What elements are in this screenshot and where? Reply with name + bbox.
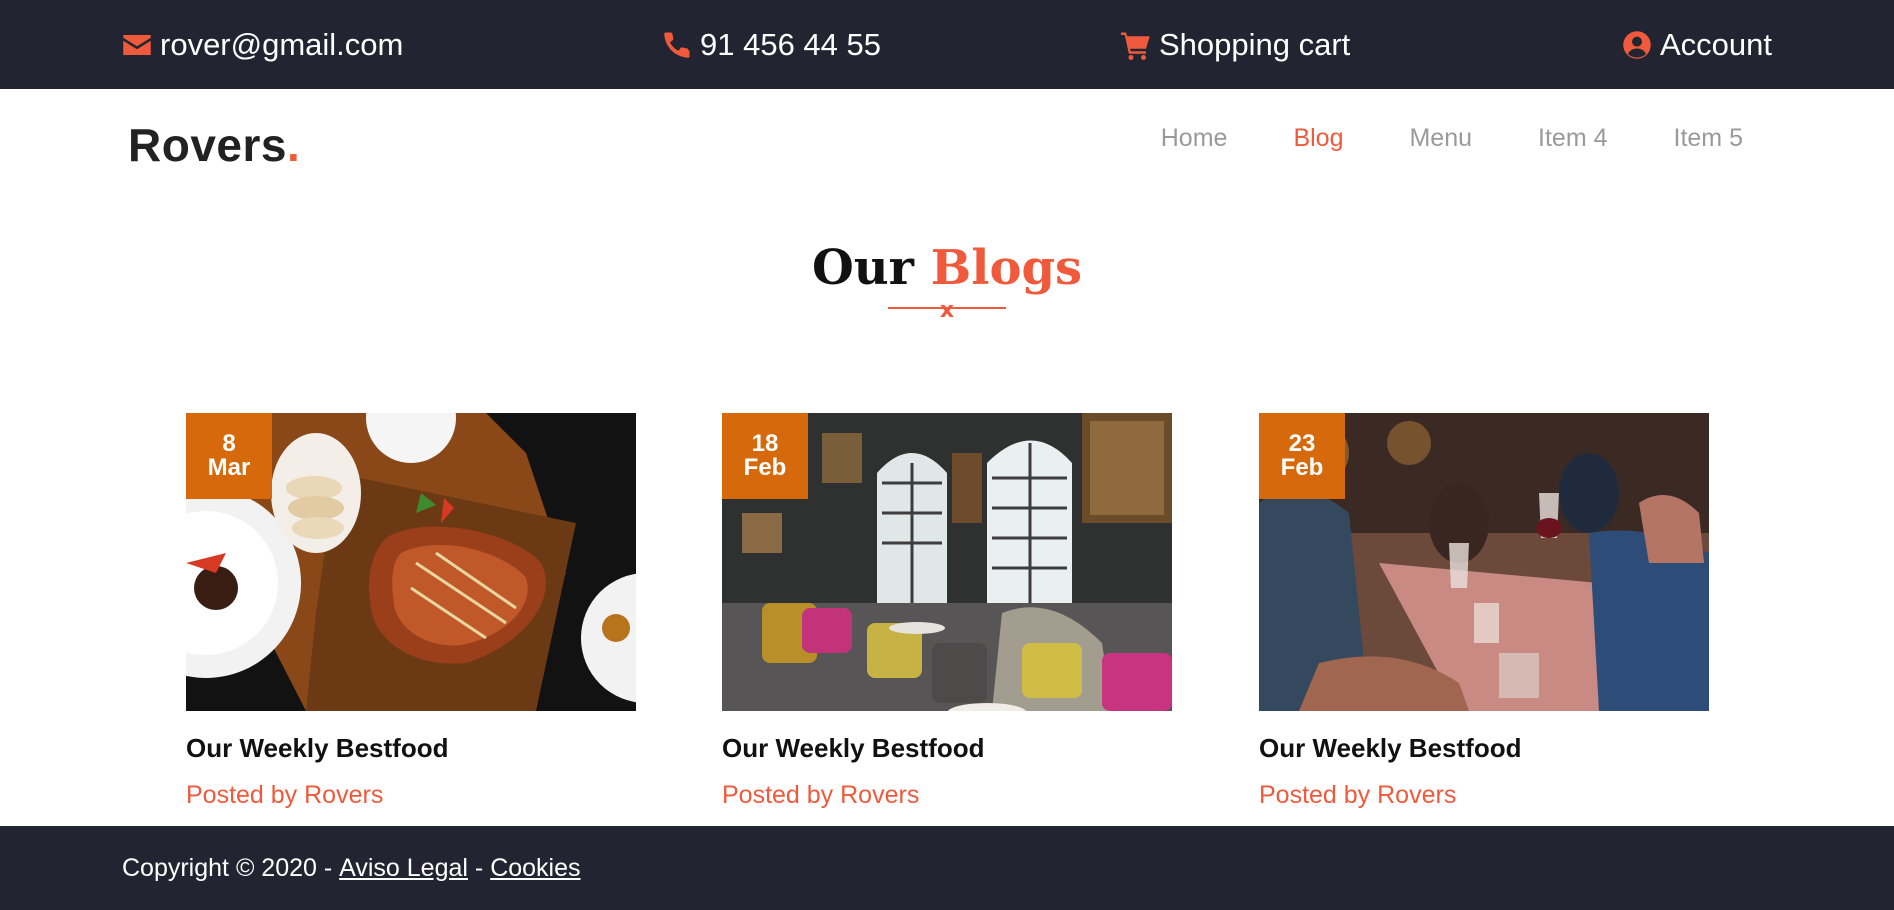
cookies-link[interactable]: Cookies <box>490 854 580 883</box>
blog-card-image[interactable]: 18 Feb <box>722 413 1172 711</box>
date-badge: 8 Mar <box>186 413 272 499</box>
date-badge: 23 Feb <box>1259 413 1345 499</box>
footer-copyright: Copyright © 2020 - Aviso Legal - Cookies <box>122 826 581 910</box>
footer-separator: - <box>474 853 484 882</box>
phone-contact[interactable]: 91 456 44 55 <box>662 0 881 89</box>
brand-dot: . <box>286 119 301 171</box>
section-title-accent: Blogs <box>930 240 1083 296</box>
blog-card-image[interactable]: 23 Feb <box>1259 413 1709 711</box>
date-badge: 18 Feb <box>722 413 808 499</box>
email-contact[interactable]: rover@gmail.com <box>122 0 403 89</box>
date-day: 18 <box>751 430 779 457</box>
brand-logo[interactable]: Rovers. <box>128 118 300 172</box>
date-month: Feb <box>1280 454 1324 481</box>
nav-item-home[interactable]: Home <box>1161 124 1228 153</box>
email-text: rover@gmail.com <box>160 26 404 62</box>
nav-item-menu[interactable]: Menu <box>1409 124 1472 153</box>
aviso-legal-link[interactable]: Aviso Legal <box>339 854 468 883</box>
shopping-cart-link[interactable]: Shopping cart <box>1121 0 1350 89</box>
date-day: 8 <box>222 430 236 457</box>
blog-card-author: Posted by Rovers <box>722 781 920 809</box>
top-contact-bar: rover@gmail.com 91 456 44 55 Shopping ca… <box>0 0 1894 89</box>
section-title-plain: Our <box>811 240 914 296</box>
envelope-icon <box>123 34 151 55</box>
user-circle-icon <box>1623 30 1651 59</box>
blog-card-title[interactable]: Our Weekly Bestfood <box>1259 733 1521 764</box>
blog-card-author: Posted by Rovers <box>186 781 384 809</box>
date-month: Feb <box>743 454 787 481</box>
cart-text: Shopping cart <box>1159 26 1351 62</box>
nav-item-blog[interactable]: Blog <box>1293 124 1343 153</box>
cart-icon <box>1121 32 1150 60</box>
blog-card[interactable]: 18 Feb Our Weekly Bestfood Posted by Rov… <box>722 413 1172 809</box>
date-day: 23 <box>1288 430 1316 457</box>
title-divider: x <box>888 300 1006 323</box>
date-month: Mar <box>207 454 251 481</box>
blog-card-image[interactable]: 8 Mar <box>186 413 636 711</box>
footer: Copyright © 2020 - Aviso Legal - Cookies <box>0 826 1894 910</box>
nav-item-item-4[interactable]: Item 4 <box>1538 124 1607 153</box>
blog-card-title[interactable]: Our Weekly Bestfood <box>722 733 984 764</box>
account-text: Account <box>1659 26 1772 62</box>
copyright-text: Copyright © 2020 - <box>122 853 333 882</box>
account-link[interactable]: Account <box>1622 0 1772 89</box>
blog-card-author: Posted by Rovers <box>1259 781 1457 809</box>
phone-icon <box>664 32 690 58</box>
main-nav: Home Blog Menu Item 4 Item 5 <box>1161 118 1743 158</box>
nav-item-item-5[interactable]: Item 5 <box>1674 124 1743 153</box>
phone-text: 91 456 44 55 <box>700 26 882 62</box>
brand-name: Rovers <box>128 119 287 171</box>
blog-card[interactable]: 8 Mar Our Weekly Bestfood Posted by Rove… <box>186 413 636 809</box>
blog-card-title[interactable]: Our Weekly Bestfood <box>186 733 448 764</box>
section-title: Our Blogs <box>0 240 1894 296</box>
blog-card[interactable]: 23 Feb Our Weekly Bestfood Posted by Rov… <box>1259 413 1709 809</box>
divider-mark: x <box>940 300 954 323</box>
